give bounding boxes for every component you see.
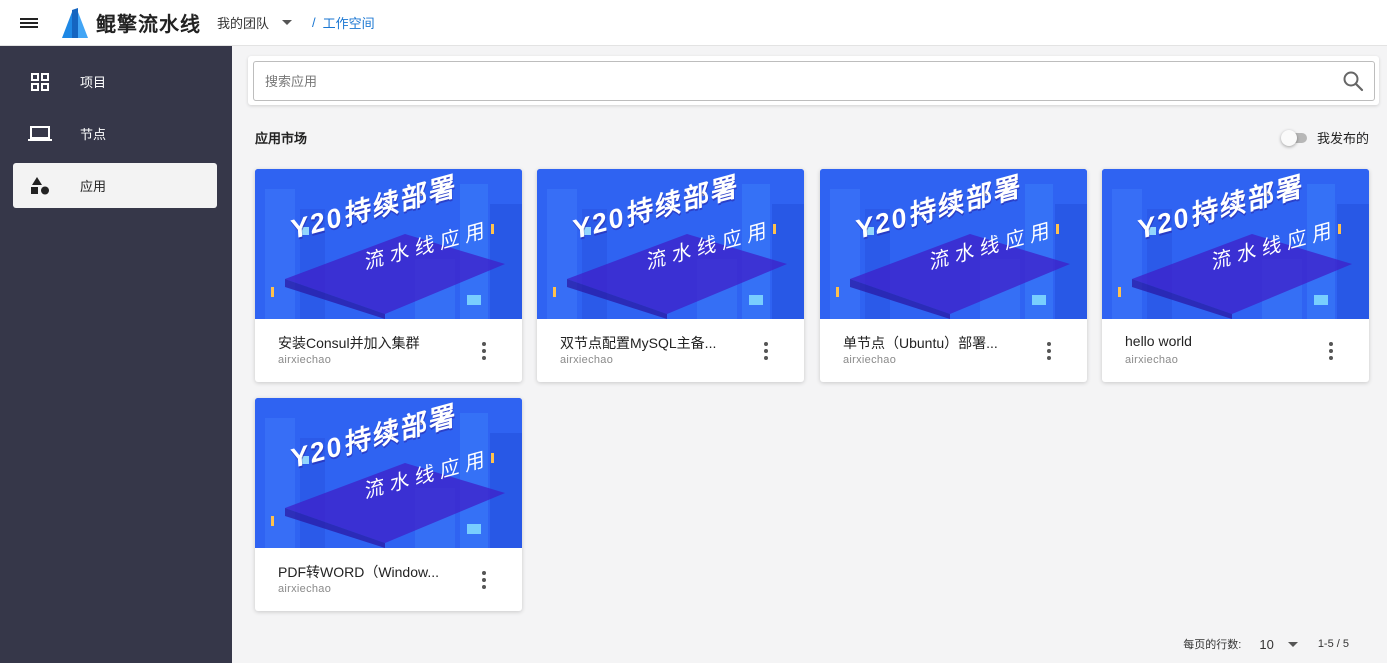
app-banner-image: + Y20持续部署 流水线应用 [1102, 169, 1369, 319]
app-name: 鲲擎流水线 [96, 14, 201, 36]
app-author: airxiechao [278, 583, 332, 595]
app-card[interactable]: + Y20持续部署 流水线应用 单节点（Ubuntu）部署... airxiec… [820, 169, 1087, 382]
sidebar-item-label: 应用 [80, 179, 107, 194]
more-vert-icon[interactable] [476, 342, 492, 360]
more-vert-icon[interactable] [476, 571, 492, 589]
laptop-icon [26, 120, 54, 148]
sidebar-item-projects[interactable]: 项目 [13, 59, 217, 104]
app-banner-image: + Y20持续部署 流水线应用 [255, 169, 522, 319]
app-card[interactable]: + Y20持续部署 流水线应用 hello world airxiechao [1102, 169, 1369, 382]
sidebar-item-apps[interactable]: 应用 [13, 163, 217, 208]
app-card[interactable]: + Y20持续部署 流水线应用 双节点配置MySQL主备... airxiech… [537, 169, 804, 382]
sidebar-item-label: 节点 [80, 127, 107, 142]
toggle-switch[interactable] [1280, 129, 1309, 146]
section-title: 应用市场 [255, 131, 308, 146]
app-banner-image: + Y20持续部署 流水线应用 [255, 398, 522, 548]
app-banner-image: + Y20持续部署 流水线应用 [820, 169, 1087, 319]
rows-per-page-select[interactable]: 10 [1259, 636, 1298, 652]
team-label: 我的团队 [217, 16, 270, 31]
more-vert-icon[interactable] [758, 342, 774, 360]
shapes-icon [26, 172, 54, 200]
logo-icon [62, 7, 88, 38]
app-title: hello world [1125, 333, 1192, 349]
my-published-toggle[interactable]: 我发布的 [1280, 128, 1369, 147]
top-bar: 鲲擎流水线 我的团队 / 工作空间 [0, 0, 1387, 46]
more-vert-icon[interactable] [1323, 342, 1339, 360]
team-selector[interactable]: 我的团队 [217, 13, 293, 32]
search-bar [248, 56, 1379, 105]
sidebar-item-label: 项目 [80, 75, 107, 90]
app-card[interactable]: + Y20持续部署 流水线应用 PDF转WORD（Window... airxi… [255, 398, 522, 611]
app-title: PDF转WORD（Window... [278, 564, 440, 580]
app-banner-image: + Y20持续部署 流水线应用 [537, 169, 804, 319]
more-vert-icon[interactable] [1041, 342, 1057, 360]
app-title: 安装Consul并加入集群 [278, 335, 420, 351]
app-author: airxiechao [843, 354, 897, 366]
hamburger-menu-icon[interactable] [0, 0, 58, 46]
breadcrumb-separator: / [312, 15, 316, 30]
page-range: 1-5 / 5 [1317, 638, 1349, 650]
toggle-label: 我发布的 [1316, 131, 1369, 146]
app-card[interactable]: + Y20持续部署 流水线应用 安装Consul并加入集群 airxiechao [255, 169, 522, 382]
sidebar-item-nodes[interactable]: 节点 [13, 111, 217, 156]
pagination: 每页的行数: 10 1-5 / 5 [1183, 636, 1349, 652]
chevron-down-icon [1287, 641, 1298, 647]
main-content: 应用市场 我发布的 + Y20持续部署 流水线应用 [232, 46, 1387, 663]
grid-icon [26, 68, 54, 96]
rows-per-page-value: 10 [1259, 636, 1274, 652]
app-title: 单节点（Ubuntu）部署... [843, 335, 998, 351]
sidebar: 项目 节点 应用 [0, 46, 232, 663]
breadcrumb-workspace[interactable]: 工作空间 [323, 13, 375, 32]
app-logo[interactable]: 鲲擎流水线 [58, 0, 201, 46]
app-author: airxiechao [278, 354, 332, 366]
app-author: airxiechao [1125, 354, 1179, 366]
app-title: 双节点配置MySQL主备... [560, 335, 717, 351]
chevron-down-icon [282, 20, 293, 25]
rows-per-page-label: 每页的行数: [1183, 639, 1242, 651]
app-author: airxiechao [560, 354, 614, 366]
search-icon[interactable] [1342, 70, 1364, 92]
search-input[interactable] [253, 61, 1375, 101]
